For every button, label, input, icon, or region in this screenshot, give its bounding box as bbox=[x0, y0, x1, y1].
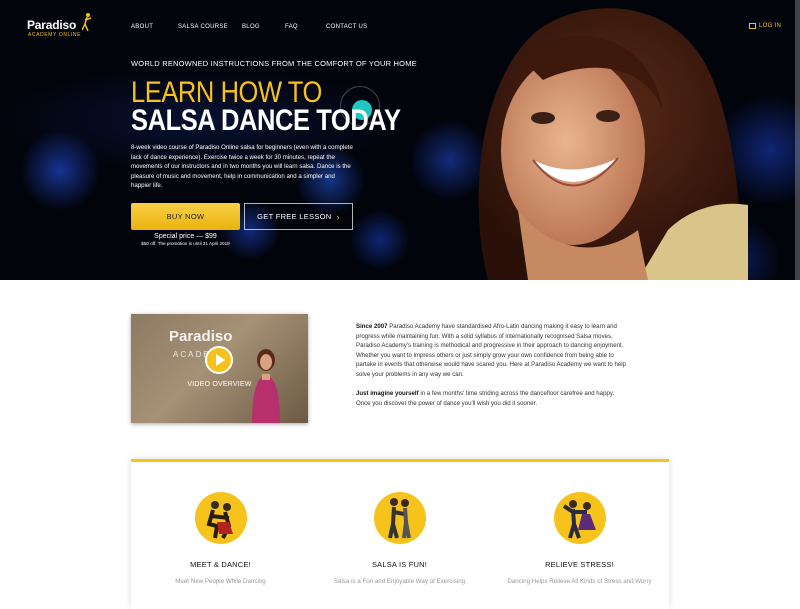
salsa-couple-icon bbox=[373, 492, 426, 544]
hero-description: 8-week video course of Paradiso Online s… bbox=[131, 144, 353, 190]
logo[interactable]: Paradiso ACADEMY ONLINE bbox=[27, 12, 97, 40]
about-paragraph-1: Since 2007 Paradiso Academy have standar… bbox=[356, 323, 626, 378]
logo-text: Paradiso bbox=[27, 18, 77, 32]
login-link[interactable]: LOG IN bbox=[749, 23, 781, 29]
nav-faq[interactable]: FAQ bbox=[285, 24, 298, 30]
login-icon bbox=[749, 23, 756, 29]
chevron-right-icon: › bbox=[336, 211, 340, 222]
about-text: Since 2007 Paradiso Academy have standar… bbox=[356, 322, 626, 418]
video-brand-text: Paradiso bbox=[169, 328, 233, 345]
video-overview-thumbnail[interactable]: Paradiso ACADEMY VIDEO OVERVIEW bbox=[131, 314, 308, 423]
feature-subtitle: Dancing Helps Relieve All Kinds of Stres… bbox=[507, 578, 652, 585]
feature-subtitle: Salsa is a Fun and Enjoyable Way of Exer… bbox=[333, 578, 466, 585]
feature-meet-dance: MEET & DANCE! Meet New People While Danc… bbox=[131, 492, 310, 585]
feature-title: SALSA IS FUN! bbox=[371, 560, 428, 569]
nav-salsa-course[interactable]: SALSA COURSE bbox=[178, 24, 228, 30]
nav-about[interactable]: ABOUT bbox=[131, 24, 153, 30]
feature-subtitle: Meet New People While Dancing bbox=[175, 578, 266, 585]
promo-note: $50 off. The promotion is until 31 April… bbox=[141, 241, 230, 246]
buy-now-button[interactable]: BUY NOW bbox=[131, 203, 240, 230]
get-free-lesson-label: GET FREE LESSON bbox=[257, 212, 332, 221]
nav-blog[interactable]: BLOG bbox=[242, 24, 260, 30]
feature-salsa-fun: SALSA IS FUN! Salsa is a Fun and Enjoyab… bbox=[310, 492, 489, 585]
logo-subtitle: ACADEMY ONLINE bbox=[28, 32, 82, 38]
hero-tagline: WORLD RENOWNED INSTRUCTIONS FROM THE COM… bbox=[131, 59, 417, 68]
special-price: Special price — $99 bbox=[154, 233, 217, 240]
feature-title: RELIEVE STRESS! bbox=[545, 560, 614, 569]
play-icon[interactable] bbox=[205, 346, 233, 374]
nav-contact-us[interactable]: CONTACT US bbox=[326, 24, 367, 30]
dancer-logo-icon bbox=[82, 13, 92, 32]
feature-title: MEET & DANCE! bbox=[190, 560, 251, 569]
features-panel: MEET & DANCE! Meet New People While Danc… bbox=[131, 459, 669, 609]
video-overview-label: VIDEO OVERVIEW bbox=[187, 381, 252, 388]
spin-couple-icon bbox=[553, 492, 606, 544]
get-free-lesson-button[interactable]: GET FREE LESSON › bbox=[244, 203, 353, 230]
couple-dance-icon bbox=[194, 492, 247, 544]
hero-section: Paradiso ACADEMY ONLINE ABOUT SALSA COUR… bbox=[0, 0, 800, 280]
scrollbar[interactable] bbox=[795, 0, 800, 280]
top-navigation: Paradiso ACADEMY ONLINE ABOUT SALSA COUR… bbox=[0, 0, 800, 56]
feature-relieve-stress: RELIEVE STRESS! Dancing Helps Relieve Al… bbox=[490, 492, 669, 585]
hero-headline-line2: SALSA DANCE TODAY bbox=[131, 104, 401, 137]
login-label: LOG IN bbox=[759, 23, 782, 29]
about-paragraph-2: Just imagine yourself in a few months' t… bbox=[356, 390, 615, 407]
